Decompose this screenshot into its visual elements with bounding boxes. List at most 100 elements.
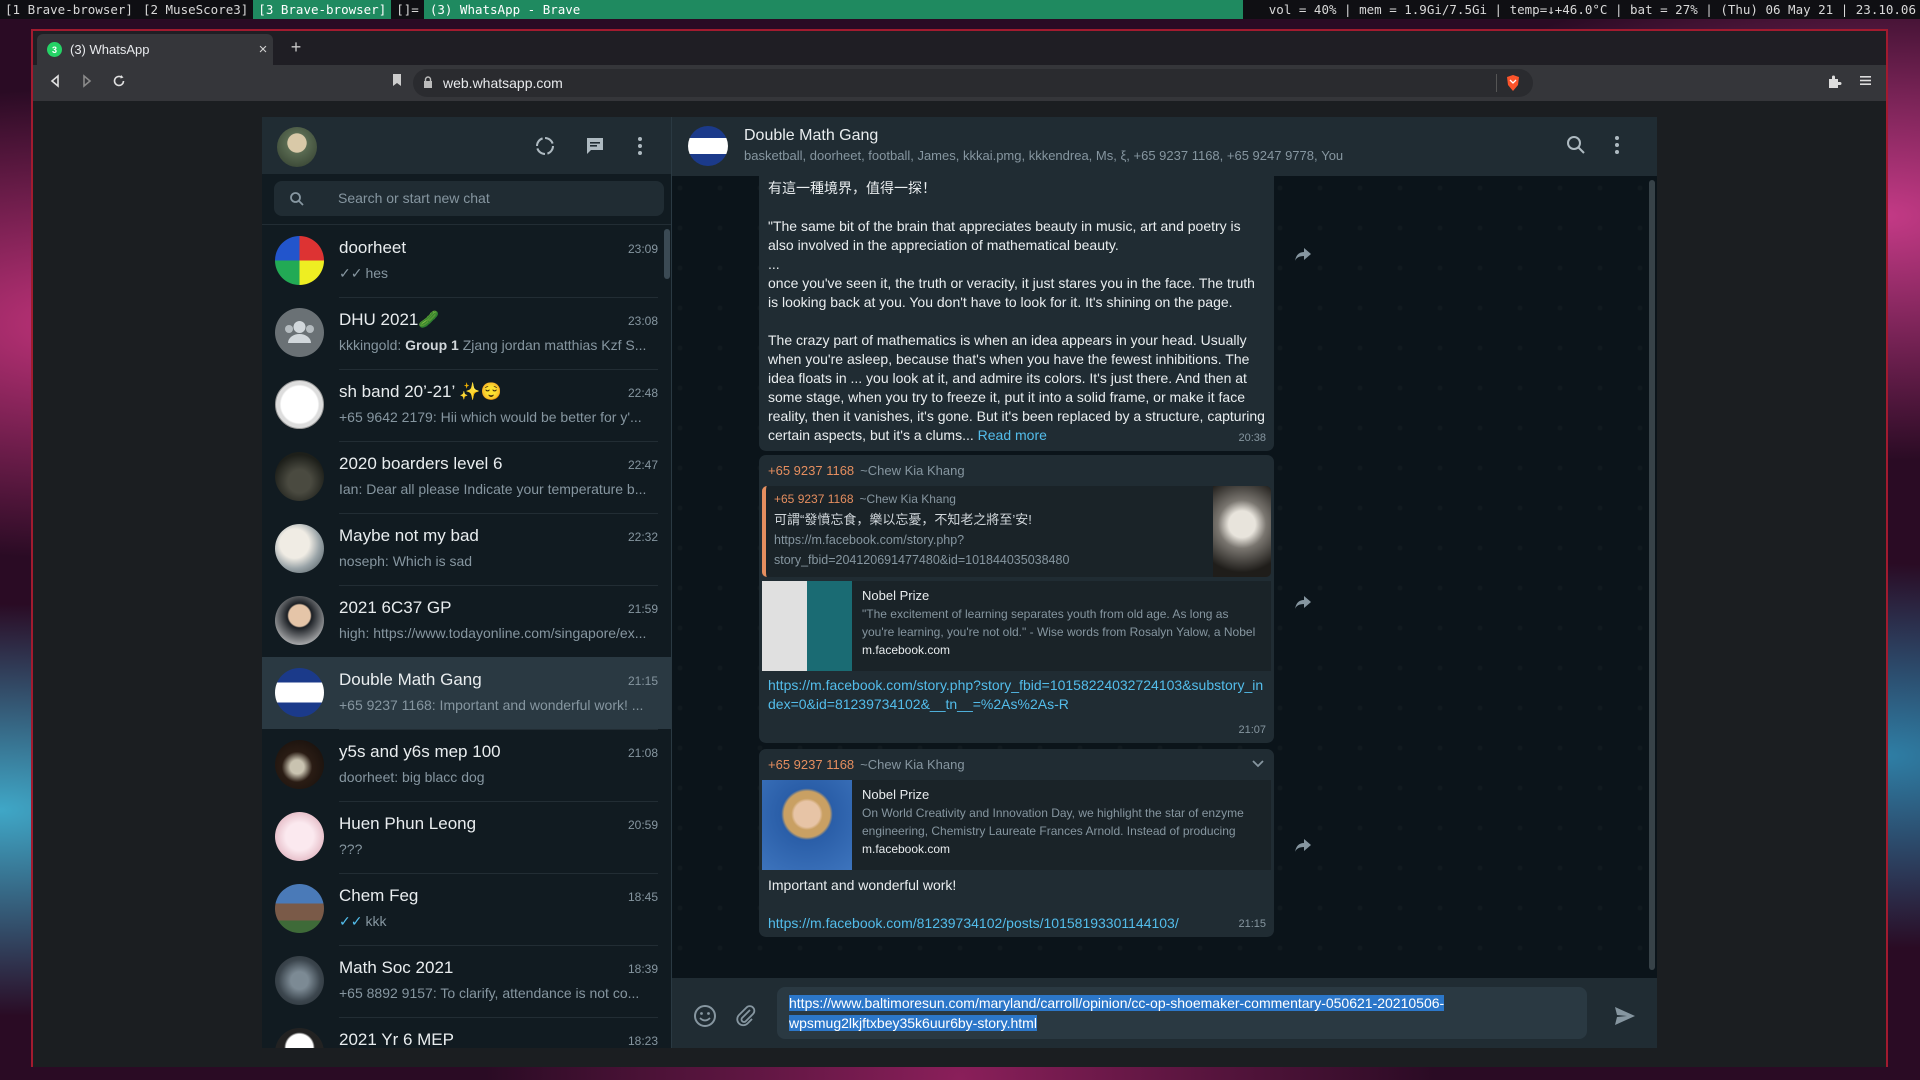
- status-bar: [1 Brave-browser] [2 MuseScore3] [3 Brave-…: [0, 0, 1920, 19]
- search-icon: [289, 181, 307, 216]
- workspace-3[interactable]: [3 Brave-browser]: [253, 0, 392, 19]
- search-input[interactable]: Search or start new chat: [274, 181, 664, 216]
- tab-whatsapp[interactable]: 3 (3) WhatsApp ×: [37, 34, 273, 65]
- menu-icon[interactable]: [1859, 74, 1872, 90]
- new-chat-icon[interactable]: [583, 134, 607, 158]
- chat-time: 21:08: [627, 746, 658, 760]
- send-icon[interactable]: [1612, 1003, 1638, 1029]
- avatar: [275, 740, 324, 789]
- conversation-header[interactable]: Double Math Gang basketball, doorheet, f…: [672, 117, 1657, 176]
- reload-icon[interactable]: [109, 73, 129, 93]
- chat-item-huen-phun-leong[interactable]: Huen Phun Leong 20:59 ???: [262, 801, 672, 874]
- chat-item-y5s-y6s-mep[interactable]: y5s and y6s mep 100 21:08 doorheet: big b…: [262, 729, 672, 802]
- whatsapp-app: Search or start new chat doorheet 23:09 ✓…: [262, 117, 1657, 1048]
- profile-avatar[interactable]: [277, 127, 317, 167]
- chat-preview: ???: [339, 841, 363, 857]
- chat-item-dhu-2021[interactable]: DHU 2021🥒 23:08 kkkingold: Group 1 Zjang …: [262, 297, 672, 370]
- sidebar-header: [262, 117, 671, 174]
- participants-list: basketball, doorheet, football, James, k…: [744, 148, 1344, 163]
- chat-time: 18:45: [627, 890, 658, 904]
- reply-text: 可謂“發憤忘食，樂以忘憂，不知老之將至’安! https://m.faceboo…: [774, 510, 1194, 570]
- double-check-icon: ✓✓: [339, 913, 363, 929]
- close-icon[interactable]: ×: [253, 41, 273, 58]
- chat-item-2021-yr6-mep[interactable]: 2021 Yr 6 MEP 18:23: [262, 1017, 672, 1048]
- chat-item-2020-boarders[interactable]: 2020 boarders level 6 22:47 Ian: Dear all…: [262, 441, 672, 514]
- bookmark-icon[interactable]: [391, 73, 403, 90]
- reply-thumbnail: [1213, 486, 1271, 577]
- reply-link-2: story_fbid=204120691477480&id=1018440350…: [774, 553, 1070, 567]
- chat-item-double-math-gang[interactable]: Double Math Gang 21:15 +65 9237 1168: Imp…: [262, 657, 672, 730]
- conversation-panel: Double Math Gang basketball, doorheet, f…: [672, 117, 1657, 1048]
- sender-number[interactable]: +65 9237 1168: [768, 757, 854, 772]
- chat-item-doorheet[interactable]: doorheet 23:09 ✓✓ hes: [262, 225, 672, 298]
- new-tab-button[interactable]: +: [285, 37, 307, 58]
- chat-item-chem-feg[interactable]: Chem Feg 18:45 ✓✓ kkk: [262, 873, 672, 946]
- chat-item-maybe-not-my-bad[interactable]: Maybe not my bad 22:32 noseph: Which is s…: [262, 513, 672, 586]
- chat-item-math-soc-2021[interactable]: Math Soc 2021 18:39 +65 8892 9157: To cla…: [262, 945, 672, 1018]
- avatar: [275, 884, 324, 933]
- back-icon[interactable]: [45, 73, 65, 93]
- group-avatar[interactable]: [688, 126, 728, 166]
- avatar: [275, 452, 324, 501]
- chat-item-sh-band[interactable]: sh band 20’-21’ ✨😌 22:48 +65 9642 2179: H…: [262, 369, 672, 442]
- chat-name: sh band 20’-21’ ✨😌: [339, 382, 502, 401]
- message-text: Important and wonderful work!: [768, 877, 957, 893]
- message-list-scrollbar[interactable]: [1649, 180, 1655, 970]
- message-bubble[interactable]: +65 9237 1168 ~Chew Kia Khang +65 9237 11…: [759, 455, 1274, 743]
- link-preview[interactable]: Nobel Prize "The excitement of learning …: [762, 581, 1271, 671]
- preview-text: Nobel Prize On World Creativity and Inno…: [852, 780, 1271, 870]
- emoji-icon[interactable]: [692, 1003, 718, 1029]
- chat-name: Math Soc 2021: [339, 958, 454, 977]
- brave-shields-icon[interactable]: [1505, 74, 1521, 92]
- search-icon[interactable]: [1565, 134, 1589, 158]
- avatar: [275, 668, 324, 717]
- read-more-link[interactable]: Read more: [978, 427, 1047, 443]
- message-bubble[interactable]: +65 9237 1168 ~Chew Kia Khang Nobel Prize…: [759, 749, 1274, 937]
- link-preview[interactable]: Nobel Prize On World Creativity and Inno…: [762, 780, 1271, 870]
- reply-link-1: https://m.facebook.com/story.php?: [774, 533, 965, 547]
- forward-icon[interactable]: [1293, 592, 1315, 614]
- message-input[interactable]: https://www.baltimoresun.com/maryland/ca…: [777, 987, 1587, 1039]
- web-viewport: Search or start new chat doorheet 23:09 ✓…: [33, 101, 1886, 1067]
- chat-list-scrollbar[interactable]: [664, 229, 670, 279]
- status-icon[interactable]: [533, 134, 557, 158]
- conversation-title: Double Math Gang: [744, 127, 879, 144]
- forward-icon[interactable]: [77, 73, 97, 93]
- chevron-down-icon[interactable]: [1250, 755, 1266, 776]
- workspace-2[interactable]: [2 MuseScore3]: [138, 0, 253, 19]
- paperclip-icon[interactable]: [733, 1003, 759, 1029]
- message-sender: +65 9237 1168 ~Chew Kia Khang: [759, 455, 1274, 480]
- preview-domain: m.facebook.com: [862, 643, 951, 657]
- forward-icon[interactable]: [1293, 244, 1315, 266]
- chat-name: Maybe not my bad: [339, 526, 479, 545]
- more-menu-icon[interactable]: [1606, 134, 1630, 158]
- chat-time: 21:59: [627, 602, 658, 616]
- chat-preview: +65 9642 2179: Hii which would be better…: [339, 409, 642, 425]
- chat-name: doorheet: [339, 238, 407, 257]
- message-link[interactable]: https://m.facebook.com/81239734102/posts…: [759, 914, 1274, 933]
- forward-icon[interactable]: [1293, 835, 1315, 857]
- chat-preview: noseph: Which is sad: [339, 553, 473, 569]
- avatar: [275, 1028, 324, 1048]
- chat-item-2021-6c37-gp[interactable]: 2021 6C37 GP 21:59 high: https://www.toda…: [262, 585, 672, 658]
- sender-name: ~Chew Kia Khang: [860, 757, 965, 772]
- message-bubble[interactable]: 有這一種境界，值得一探！ "The same bit of the brain …: [759, 176, 1274, 451]
- search-placeholder: Search or start new chat: [338, 190, 490, 206]
- facebook-link[interactable]: https://m.facebook.com/story.php?story_f…: [768, 677, 1263, 712]
- chat-preview-text: hes: [365, 265, 389, 281]
- avatar: [275, 812, 324, 861]
- sender-number[interactable]: +65 9237 1168: [768, 463, 854, 478]
- url-text[interactable]: web.whatsapp.com: [443, 75, 1496, 91]
- message-link[interactable]: https://m.facebook.com/story.php?story_f…: [759, 671, 1274, 714]
- more-menu-icon[interactable]: [628, 134, 652, 158]
- reply-sender: +65 9237 1168 ~Chew Kia Khang: [774, 490, 956, 509]
- quoted-reply[interactable]: +65 9237 1168 ~Chew Kia Khang 可謂“發憤忘食，樂以忘…: [762, 486, 1271, 577]
- extensions-icon[interactable]: [1827, 74, 1842, 92]
- facebook-link[interactable]: https://m.facebook.com/81239734102/posts…: [768, 915, 1179, 931]
- compose-selected-text: https://www.baltimoresun.com/maryland/ca…: [789, 995, 1445, 1031]
- omnibox-divider: [1496, 74, 1497, 92]
- preview-domain: m.facebook.com: [862, 842, 951, 856]
- browser-toolbar: web.whatsapp.com: [33, 65, 1886, 101]
- workspace-1[interactable]: [1 Brave-browser]: [0, 0, 138, 19]
- address-bar[interactable]: web.whatsapp.com: [413, 69, 1533, 97]
